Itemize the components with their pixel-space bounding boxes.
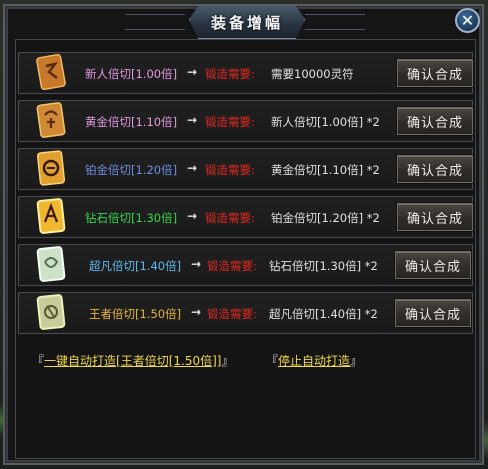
arrow-icon: → — [191, 257, 202, 271]
recipe-row-2: 黄金倍切[1.10倍] → 锻造需要: 新人倍切[1.00倍] *2 确认合成 — [18, 100, 473, 142]
recipe-row-6: 王者倍切[1.50倍] → 锻造需要: 超凡倍切[1.40倍] *2 确认合成 — [18, 292, 473, 334]
confirm-synthesize-button[interactable]: 确认合成 — [397, 107, 473, 135]
requirement-value: 新人倍切[1.00倍] *2 — [271, 115, 380, 129]
amulet-gold-icon — [36, 102, 66, 138]
bracket-open: 『 — [32, 354, 45, 368]
requirement-value: 超凡倍切[1.40倍] *2 — [269, 307, 378, 321]
amulet-diamond-icon — [36, 198, 66, 234]
bracket-close: 』 — [350, 354, 363, 368]
item-name: 钻石倍切[1.30倍] — [85, 211, 178, 225]
arrow-icon: → — [187, 209, 198, 223]
title-ornament-right — [305, 14, 365, 30]
arrow-icon: → — [187, 113, 198, 127]
stop-auto-forge-link[interactable]: 停止自动打造 — [278, 354, 350, 368]
requirement-value: 铂金倍切[1.20倍] *2 — [271, 211, 380, 225]
requirement-label: 锻造需要: — [205, 163, 255, 177]
requirement-label: 锻造需要: — [207, 307, 257, 321]
recipe-row-5: 超凡倍切[1.40倍] → 锻造需要: 钻石倍切[1.30倍] *2 确认合成 — [18, 244, 473, 286]
item-name: 铂金倍切[1.20倍] — [85, 163, 178, 177]
recipe-row-1: 新人倍切[1.00倍] → 锻造需要: 需要10000灵符 确认合成 — [18, 52, 473, 94]
close-icon: ✕ — [460, 11, 475, 30]
arrow-icon: → — [191, 305, 202, 319]
bracket-close: 』 — [221, 354, 234, 368]
stop-auto-forge-control: 『停止自动打造』 — [266, 352, 362, 369]
recipe-row-3: 铂金倍切[1.20倍] → 锻造需要: 黄金倍切[1.10倍] *2 确认合成 — [18, 148, 473, 190]
title-plate: 装备增幅 — [189, 6, 305, 39]
item-name: 超凡倍切[1.40倍] — [89, 259, 182, 273]
title-ornament-left — [125, 14, 185, 30]
window-title: 装备增幅 — [210, 13, 283, 32]
requirement-label: 锻造需要: — [205, 115, 255, 129]
amulet-transcend-icon — [36, 246, 66, 282]
amulet-bronze-icon — [36, 53, 66, 91]
item-name: 王者倍切[1.50倍] — [89, 307, 182, 321]
amulet-platinum-icon — [36, 150, 66, 186]
requirement-value: 需要10000灵符 — [271, 67, 354, 81]
confirm-synthesize-button[interactable]: 确认合成 — [397, 59, 473, 87]
item-name: 新人倍切[1.00倍] — [85, 67, 178, 81]
confirm-synthesize-button[interactable]: 确认合成 — [395, 251, 471, 279]
confirm-synthesize-button[interactable]: 确认合成 — [397, 203, 473, 231]
auto-forge-link[interactable]: 一键自动打造[王者倍切[1.50倍]] — [44, 354, 221, 368]
requirement-label: 锻造需要: — [205, 67, 255, 81]
requirement-label: 锻造需要: — [205, 211, 255, 225]
requirement-value: 钻石倍切[1.30倍] *2 — [269, 259, 378, 273]
confirm-synthesize-button[interactable]: 确认合成 — [395, 299, 471, 327]
confirm-synthesize-button[interactable]: 确认合成 — [397, 155, 473, 183]
auto-forge-control: 『一键自动打造[王者倍切[1.50倍]]』 — [32, 352, 233, 369]
item-name: 黄金倍切[1.10倍] — [85, 115, 178, 129]
bracket-open: 『 — [266, 354, 279, 368]
requirement-value: 黄金倍切[1.10倍] *2 — [271, 163, 380, 177]
recipe-row-4: 钻石倍切[1.30倍] → 锻造需要: 铂金倍切[1.20倍] *2 确认合成 — [18, 196, 473, 238]
requirement-label: 锻造需要: — [207, 259, 257, 273]
arrow-icon: → — [187, 161, 198, 175]
amulet-king-icon — [36, 294, 66, 330]
close-button[interactable]: ✕ — [455, 8, 480, 33]
arrow-icon: → — [187, 65, 198, 79]
